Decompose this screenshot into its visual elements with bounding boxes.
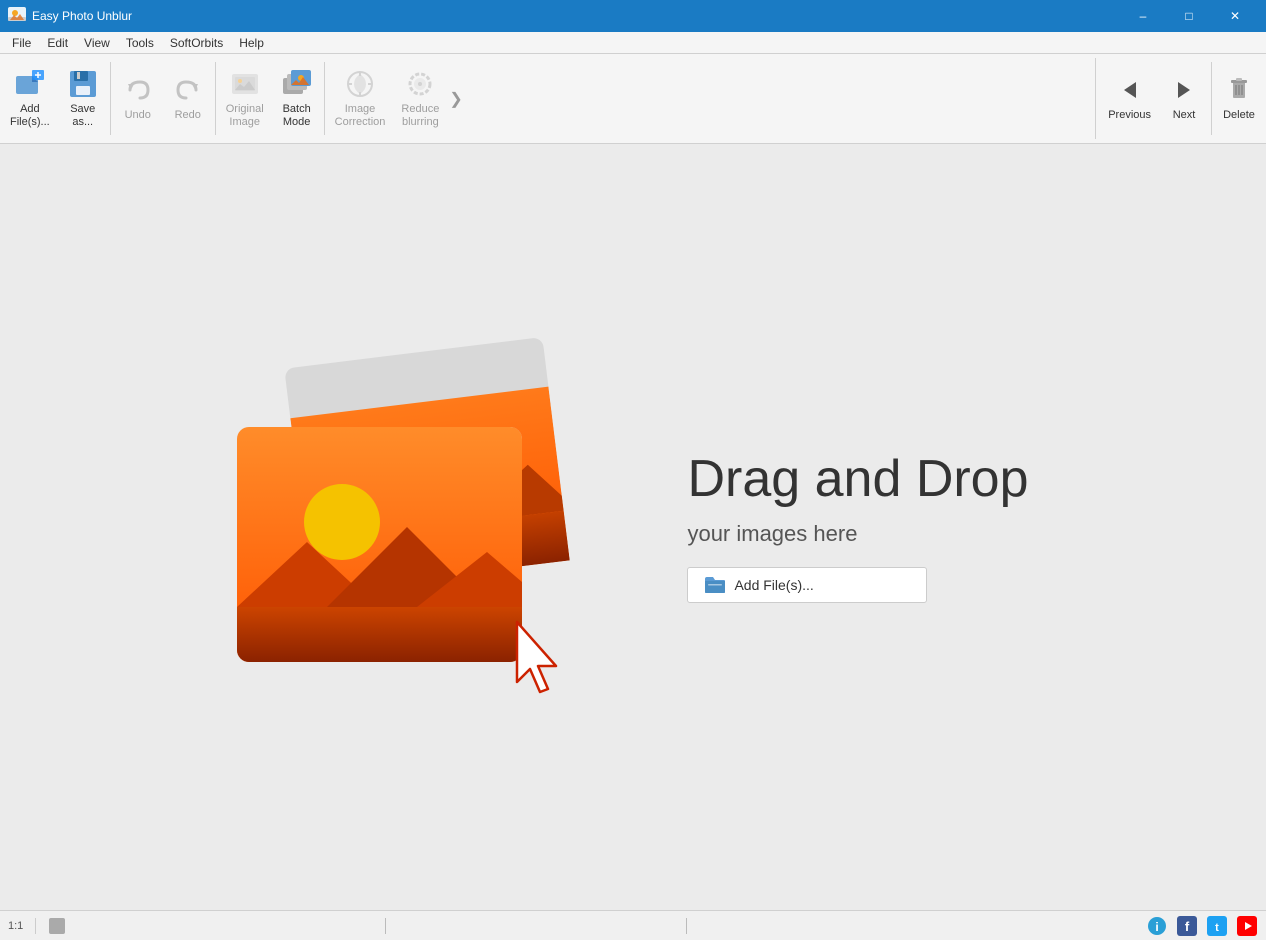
reduce-blurring-icon [404,68,436,100]
original-image-icon [229,68,261,100]
add-files-icon [14,68,46,100]
add-files-button[interactable]: Add File(s)... [2,58,58,139]
save-icon [67,68,99,100]
twitter-button[interactable]: t [1206,915,1228,937]
menu-tools[interactable]: Tools [118,34,162,52]
add-files-main-label: Add File(s)... [734,577,813,593]
menu-view[interactable]: View [76,34,118,52]
redo-button[interactable]: Redo [163,58,213,139]
reduce-blurring-label: Reduce blurring [401,103,439,129]
status-bar: 1:1 i f t [0,910,1266,940]
folder-icon [704,576,726,594]
drop-text-area: Drag and Drop your images here Add File(… [687,451,1028,602]
undo-label: Undo [125,109,151,122]
svg-text:t: t [1215,922,1219,934]
menu-file[interactable]: File [4,34,39,52]
drag-drop-subtitle: your images here [687,521,1028,547]
next-icon [1168,74,1200,106]
original-image-button[interactable]: Original Image [218,58,272,139]
maximize-button[interactable]: □ [1166,0,1212,32]
app-title: Easy Photo Unblur [32,9,1120,23]
save-as-button[interactable]: Save as... [58,58,108,139]
previous-label: Previous [1108,109,1151,122]
toolbar-right: Previous Next [1095,58,1264,139]
previous-button[interactable]: Previous [1100,58,1159,139]
facebook-button[interactable]: f [1176,915,1198,937]
main-content: Drag and Drop your images here Add File(… [0,144,1266,910]
menu-softorbits[interactable]: SoftOrbits [162,34,231,52]
youtube-button[interactable] [1236,915,1258,937]
next-label: Next [1173,109,1196,122]
cursor-arrow [512,617,582,702]
batch-mode-icon [281,68,313,100]
close-button[interactable]: ✕ [1212,0,1258,32]
window-controls: – □ ✕ [1120,0,1258,32]
zoom-level: 1:1 [8,920,23,932]
menu-edit[interactable]: Edit [39,34,76,52]
status-center-dividers [66,918,1146,934]
app-icon [8,7,26,25]
drop-illustration [237,342,627,712]
redo-icon [172,74,204,106]
add-files-label: Add File(s)... [10,103,50,129]
undo-icon [122,74,154,106]
menu-bar: File Edit View Tools SoftOrbits Help [0,32,1266,54]
batch-mode-label: Batch Mode [283,103,311,129]
delete-button[interactable]: Delete [1214,58,1264,139]
zoom-icon [48,917,66,935]
title-bar: Easy Photo Unblur – □ ✕ [0,0,1266,32]
image-correction-button[interactable]: Image Correction [327,58,394,139]
delete-label: Delete [1223,109,1255,122]
front-card [237,427,522,662]
toolbar: Add File(s)... Save as... Undo [0,54,1266,144]
drag-drop-title: Drag and Drop [687,451,1028,508]
next-button[interactable]: Next [1159,58,1209,139]
delete-icon [1223,74,1255,106]
drop-area: Drag and Drop your images here Add File(… [237,342,1028,712]
toolbar-scroll: ❯ [447,58,464,139]
add-files-main-button[interactable]: Add File(s)... [687,567,927,603]
status-right: i f t [1146,915,1258,937]
status-left: 1:1 [8,917,66,935]
undo-button[interactable]: Undo [113,58,163,139]
svg-text:f: f [1185,919,1190,934]
image-correction-icon [344,68,376,100]
previous-icon [1114,74,1146,106]
svg-text:i: i [1155,920,1158,934]
original-image-label: Original Image [226,103,264,129]
minimize-button[interactable]: – [1120,0,1166,32]
save-as-label: Save as... [70,103,95,129]
batch-mode-button[interactable]: Batch Mode [272,58,322,139]
redo-label: Redo [175,109,201,122]
info-button[interactable]: i [1146,915,1168,937]
image-correction-label: Image Correction [335,103,386,129]
menu-help[interactable]: Help [231,34,272,52]
reduce-blurring-button[interactable]: Reduce blurring [393,58,447,139]
